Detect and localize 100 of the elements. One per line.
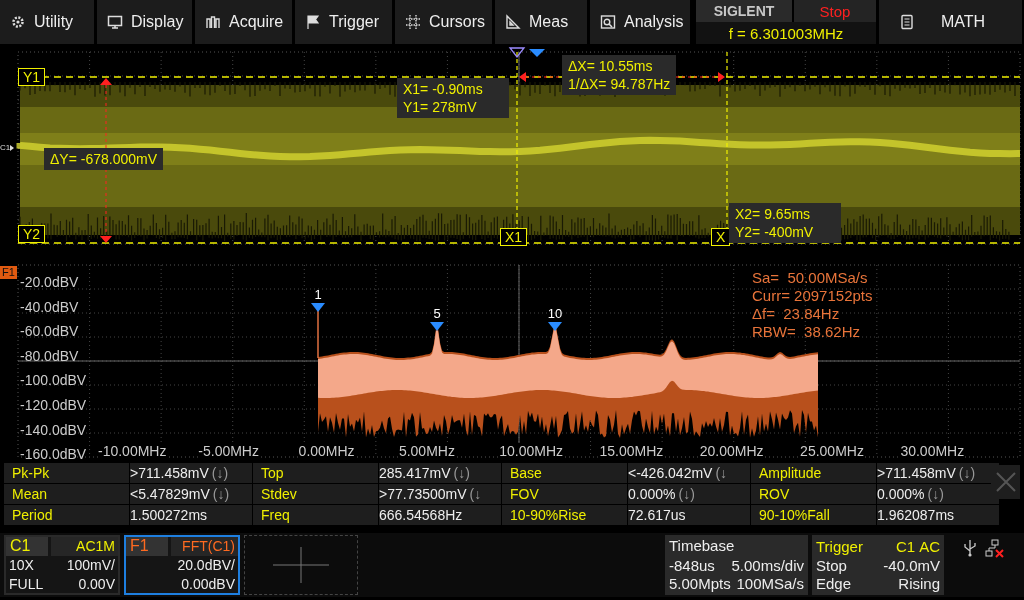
- readout-text: X1= -0.90ms: [403, 80, 484, 98]
- peak-marker-icon: [311, 303, 325, 312]
- overflow-indicator: (↓: [715, 465, 728, 481]
- axis-label: 15.00MHz: [599, 443, 664, 459]
- math-box[interactable]: F1 FFT(C1) 20.0dBV/ 0.00dBV: [124, 535, 240, 595]
- axis-label: -20.0dBV: [20, 274, 79, 290]
- measurement-label: Base: [502, 463, 627, 483]
- measurement-value: <-426.042mV: [628, 465, 713, 481]
- brand-logo: SIGLENT: [696, 0, 792, 22]
- cursor-tag: Y2: [18, 225, 46, 243]
- math-button[interactable]: MATH: [879, 0, 1022, 44]
- overflow-indicator: (↓): [211, 465, 229, 481]
- trigger-slope: Rising: [898, 575, 940, 593]
- menu-button[interactable]: Trigger: [295, 0, 395, 44]
- axis-label: -120.0dBV: [20, 397, 87, 413]
- overflow-indicator: (↓): [453, 465, 470, 481]
- flag-icon: [305, 14, 321, 30]
- sample-rate: 100MSa/s: [736, 575, 804, 593]
- coupling-label: AC1M: [51, 537, 118, 556]
- axis-label: -10.00MHz: [98, 443, 167, 459]
- trigger-delay-icon: [529, 49, 545, 57]
- readout-text: X2= 9.65ms: [735, 205, 812, 223]
- monitor-icon: [107, 14, 123, 30]
- cursor-tag: X: [711, 228, 731, 246]
- axis-label: 10.00MHz: [499, 443, 563, 459]
- calculator-icon: [899, 14, 915, 30]
- usb-icon: [963, 539, 977, 557]
- timebase-panel[interactable]: Timebase -848us 5.00ms/div 5.00Mpts 100MSa/s: [665, 535, 808, 595]
- overflow-indicator: (↓): [927, 486, 944, 502]
- menu-button[interactable]: Acquire: [195, 0, 295, 44]
- timebase-title: Timebase: [669, 537, 736, 556]
- readout-text: ΔY= -678.000mV: [50, 150, 158, 168]
- measurement-value: >77.73500mV: [379, 486, 467, 502]
- measurement-value: 0.000%: [877, 486, 925, 502]
- ruler-icon: [505, 14, 521, 30]
- measurement-label: Pk-Pk: [4, 463, 129, 483]
- channel-name: C1: [6, 537, 48, 556]
- settings-icon: [10, 14, 26, 30]
- axis-label: -100.0dBV: [20, 372, 87, 389]
- measurement-label: 10-90%Rise: [502, 505, 627, 525]
- measurement-label: Mean: [4, 484, 129, 504]
- trigger-type: Edge: [816, 575, 852, 593]
- measurement-label: FOV: [502, 484, 627, 504]
- measurement-value: 1.500272ms: [130, 507, 208, 523]
- marker-label: 1: [313, 288, 323, 302]
- channel-box[interactable]: C1 AC1M 10X 100mV/ FULL 0.00V: [4, 535, 120, 595]
- axis-label: 30.00MHz: [900, 443, 965, 459]
- readout-text: 1/ΔX= 94.787Hz: [568, 75, 671, 93]
- axis-label: -80.0dBV: [20, 347, 79, 364]
- measurement-value: 666.54568Hz: [379, 507, 463, 523]
- marker-label: 5: [432, 307, 442, 321]
- trigger-coupling: AC: [919, 537, 940, 555]
- offset-value: 0.00dBV: [181, 575, 235, 592]
- readout-text: Y2= -400mV: [735, 223, 815, 241]
- axis-label: 20.00MHz: [699, 443, 764, 459]
- timebase-scale: 5.00ms/div: [731, 556, 804, 574]
- axis-label: -60.0dBV: [20, 323, 79, 340]
- bars-icon: [205, 14, 221, 30]
- menu-button[interactable]: Cursors: [395, 0, 495, 44]
- network-disconnected-icon: [985, 539, 1005, 559]
- measurement-value: 1.962087ms: [877, 507, 955, 523]
- measurement-label: Freq: [253, 505, 378, 525]
- measurement-value: >711.458mV: [877, 465, 956, 481]
- axis-label: 5.00MHz: [398, 443, 455, 459]
- measurement-label: Top: [253, 463, 378, 483]
- trigger-source: C1: [895, 537, 916, 555]
- axis-label: -5.00MHz: [198, 443, 259, 459]
- bandwidth-label: FULL: [9, 575, 44, 592]
- scale-value: 100mV/: [66, 557, 115, 573]
- peak-marker-icon: [430, 322, 444, 331]
- measurement-value: >711.458mV: [130, 465, 209, 481]
- overflow-indicator: (↓): [212, 486, 230, 502]
- readout-text: ΔX= 10.55ms: [568, 57, 654, 75]
- readout-text: Y1= 278mV: [403, 98, 478, 116]
- fft-info-text: Sa= 50.00MSa/s: [752, 269, 869, 287]
- delay-value: -848us: [669, 556, 715, 574]
- measurement-label: Stdev: [253, 484, 378, 504]
- axis-label: -160.0dBV: [20, 446, 87, 463]
- measurement-label: ROV: [751, 484, 876, 504]
- cursor-tag: Y1: [18, 68, 46, 86]
- memory-depth: 5.00Mpts: [669, 575, 731, 593]
- peak-marker-icon: [548, 322, 562, 331]
- measurement-label: Amplitude: [751, 463, 876, 483]
- trigger-panel[interactable]: Trigger C1 AC Stop -40.0mV Edge Rising: [812, 535, 944, 595]
- function-name: F1: [126, 537, 168, 556]
- measurement-value: 285.417mV: [379, 465, 451, 481]
- menu-button[interactable]: Utility: [0, 0, 97, 44]
- function-source: FFT(C1): [171, 537, 238, 556]
- axis-label: 25.00MHz: [800, 443, 864, 459]
- channel-pointer-icon: [10, 144, 15, 151]
- trigger-position-icon: [508, 47, 526, 59]
- menu-button[interactable]: Display: [97, 0, 195, 44]
- measurement-label: Period: [4, 505, 129, 525]
- cursor-tag: X1: [500, 228, 528, 246]
- fft-info-text: RBW= 38.62Hz: [752, 323, 861, 341]
- axis-label: -40.0dBV: [20, 298, 79, 315]
- overflow-indicator: (↓): [958, 465, 976, 481]
- cursor-line[interactable]: [17, 242, 1021, 244]
- menu-button[interactable]: Analysis: [590, 0, 693, 44]
- menu-button[interactable]: Meas: [495, 0, 590, 44]
